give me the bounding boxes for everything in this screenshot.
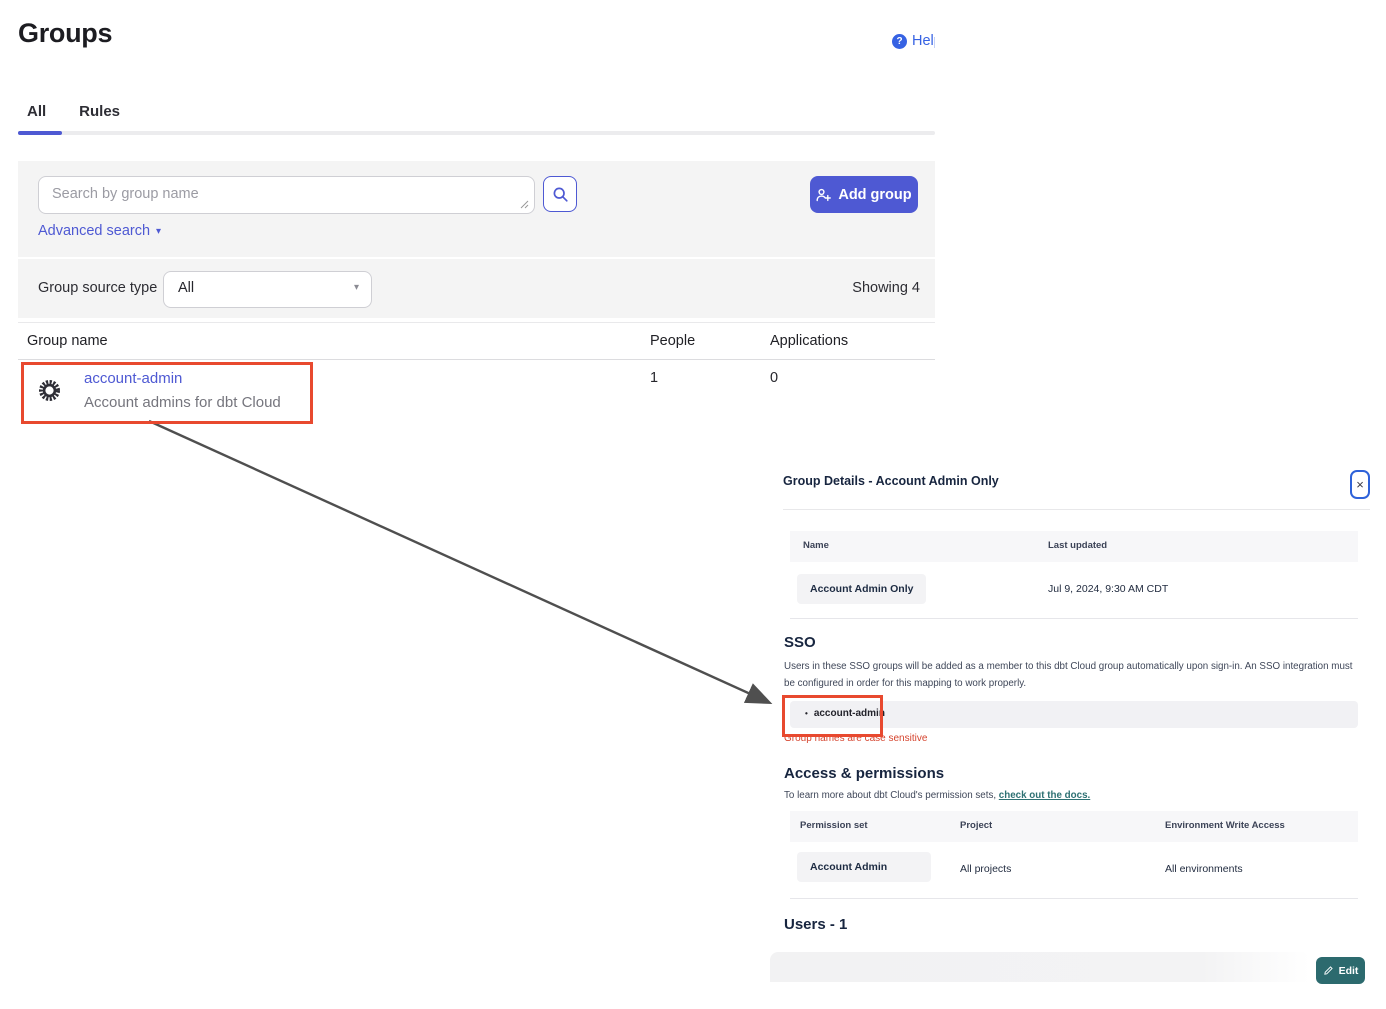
name-table: Name Last updated Account Admin Only Jul… <box>790 531 1358 619</box>
permissions-table-row: Account Admin All projects All environme… <box>790 842 1358 899</box>
column-permission-set: Permission set <box>800 820 868 831</box>
screenshot-canvas: Groups ? Help All Rules Search by group … <box>0 0 1386 1009</box>
add-person-icon <box>816 188 831 202</box>
add-group-label: Add group <box>838 187 911 203</box>
docs-link[interactable]: check out the docs. <box>999 790 1090 801</box>
group-source-type-select[interactable]: All ▾ <box>163 271 372 308</box>
group-description: Account admins for dbt Cloud <box>84 394 281 411</box>
column-group-name: Group name <box>27 333 108 349</box>
tab-rules[interactable]: Rules <box>79 103 120 120</box>
advanced-search-label: Advanced search <box>38 223 150 239</box>
panel-footer <box>770 952 1310 982</box>
permissions-table: Permission set Project Environment Write… <box>790 811 1358 899</box>
active-tab-indicator <box>18 131 62 135</box>
search-button[interactable] <box>543 176 577 212</box>
close-icon: × <box>1356 477 1364 492</box>
page-title: Groups <box>18 18 112 49</box>
resize-handle-icon[interactable] <box>520 200 529 209</box>
column-project: Project <box>960 820 992 831</box>
environment-value: All environments <box>1165 863 1243 875</box>
last-updated-value: Jul 9, 2024, 9:30 AM CDT <box>1048 583 1168 595</box>
search-icon <box>552 186 569 203</box>
users-heading: Users - 1 <box>784 916 847 933</box>
group-icon <box>38 379 61 402</box>
search-input[interactable]: Search by group name <box>38 176 535 214</box>
project-value: All projects <box>960 863 1011 875</box>
close-button[interactable]: × <box>1350 470 1370 499</box>
description-text: To learn more about dbt Cloud's permissi… <box>784 790 999 801</box>
select-value: All <box>178 280 194 296</box>
add-group-button[interactable]: Add group <box>810 176 918 213</box>
chevron-down-icon: ▾ <box>156 226 161 237</box>
group-source-type-label: Group source type <box>38 280 157 296</box>
sso-group-name: account-admin <box>814 708 885 719</box>
showing-count: Showing 4 <box>852 280 920 296</box>
group-name-chip: Account Admin Only <box>797 574 926 604</box>
people-count: 1 <box>650 370 658 386</box>
access-permissions-description: To learn more about dbt Cloud's permissi… <box>784 790 1090 801</box>
pencil-icon <box>1323 965 1334 976</box>
sso-heading: SSO <box>784 634 816 651</box>
bullet-icon: • <box>805 709 808 718</box>
help-icon: ? <box>892 34 907 49</box>
sso-group-entry: • account-admin <box>805 708 885 719</box>
sso-group-field[interactable]: • account-admin <box>790 701 1358 728</box>
group-name-link[interactable]: account-admin <box>84 370 182 387</box>
search-panel: Search by group name Advanced search ▾ <box>18 161 935 257</box>
groups-table-header: Group name People Applications <box>18 322 935 360</box>
divider <box>783 509 1370 510</box>
panel-title: Group Details - Account Admin Only <box>783 474 999 488</box>
column-people: People <box>650 333 695 349</box>
sso-description: Users in these SSO groups will be added … <box>784 658 1358 693</box>
group-details-panel: Group Details - Account Admin Only × Nam… <box>783 470 1370 990</box>
name-table-row: Account Admin Only Jul 9, 2024, 9:30 AM … <box>790 562 1358 619</box>
edit-button[interactable]: Edit <box>1316 957 1365 984</box>
permissions-table-header: Permission set Project Environment Write… <box>790 811 1358 842</box>
filter-panel: Group source type All ▾ <box>18 259 935 318</box>
advanced-search-link[interactable]: Advanced search ▾ <box>38 223 161 239</box>
tab-track <box>18 131 935 135</box>
search-placeholder: Search by group name <box>52 186 199 202</box>
case-sensitive-warning: Group names are case sensitive <box>784 733 927 744</box>
column-applications: Applications <box>770 333 848 349</box>
column-last-updated: Last updated <box>1048 540 1107 551</box>
edit-label: Edit <box>1339 965 1359 977</box>
column-name: Name <box>803 540 829 551</box>
tab-bar: All Rules <box>27 103 120 120</box>
table-row[interactable]: account-admin Account admins for dbt Clo… <box>18 358 935 424</box>
access-permissions-heading: Access & permissions <box>784 765 944 782</box>
help-label: Help <box>912 33 935 49</box>
tab-all[interactable]: All <box>27 103 46 120</box>
chevron-down-icon: ▾ <box>354 282 359 293</box>
name-table-header: Name Last updated <box>790 531 1358 562</box>
column-environment-write-access: Environment Write Access <box>1165 820 1285 831</box>
applications-count: 0 <box>770 370 778 386</box>
permission-set-chip: Account Admin <box>797 852 931 882</box>
help-link[interactable]: ? Help <box>892 33 935 49</box>
